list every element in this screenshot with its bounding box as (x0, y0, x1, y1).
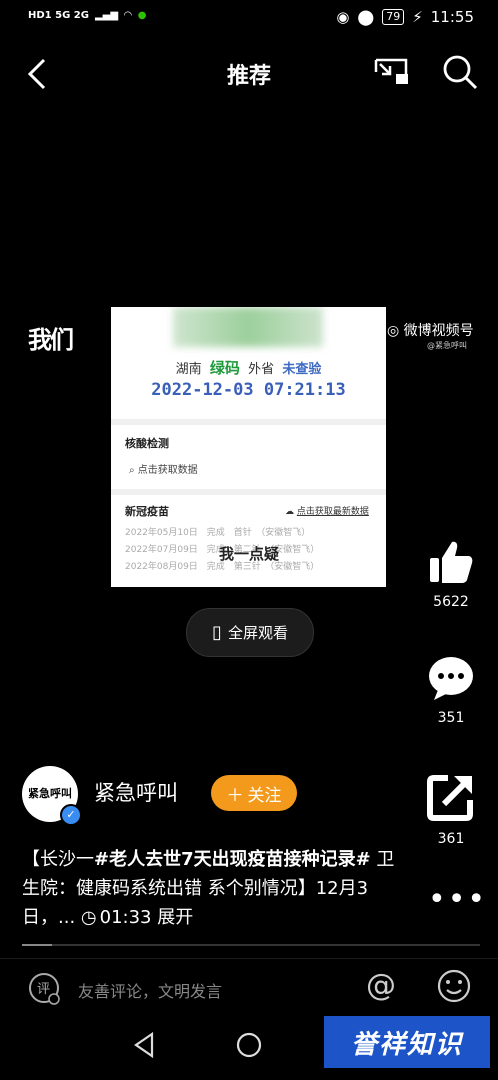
clock-icon: ◷ (80, 907, 97, 928)
video-progress-bar[interactable] (22, 944, 480, 946)
code-datetime: 2022-12-03 07:21:13 (151, 380, 346, 400)
share-count: 361 (437, 831, 465, 847)
more-dots-icon: ••• (428, 882, 488, 917)
code-status: 绿码 (209, 359, 240, 377)
nav-home-button[interactable] (234, 1030, 264, 1060)
weibo-icon: ◎ (387, 323, 400, 339)
health-code-row: 湖南 绿码 外省 未查验 (111, 357, 386, 378)
location-icon: ⬤ (357, 8, 375, 26)
expand-link[interactable]: 展开 (157, 907, 193, 928)
vaccine-record: 2022年05月10日 完成 首针 （安徽智飞） (125, 528, 311, 538)
circle-home-icon (236, 1032, 262, 1058)
charging-icon: ⚡ (412, 8, 423, 26)
fullscreen-label: 全屏观看 (227, 624, 288, 642)
unchecked-label: 未查验 (282, 362, 322, 377)
plus-icon: ＋ (226, 785, 244, 806)
fullscreen-icon: ▯ (212, 622, 222, 643)
like-count: 5622 (433, 594, 469, 610)
duration: ◷ 01:33 (81, 903, 152, 932)
cloud-download-icon: ☁ (285, 507, 294, 517)
wifi-icon: ◠ (124, 10, 132, 21)
nucleic-title: 核酸检测 (125, 437, 169, 450)
comment-input[interactable]: 友善评论，文明发言 (78, 978, 222, 1002)
signal-icon: ▂▄▆ (94, 10, 119, 21)
search-icon (443, 55, 478, 90)
review-icon: 评 (29, 973, 60, 1005)
outside-label: 外省 (248, 362, 275, 377)
battery-indicator: 79 (382, 9, 405, 25)
smile-icon (437, 969, 471, 1003)
video-overlay-text: 我一点疑 (219, 545, 280, 563)
comment-button[interactable] (426, 654, 476, 704)
cast-icon (374, 58, 408, 84)
share-icon (427, 775, 473, 821)
watermark-right-sub: @紧急呼叫 (427, 341, 467, 350)
progress-fill (22, 944, 52, 946)
watermark-right-label: 微博视频号 (403, 323, 474, 339)
search-button[interactable] (440, 52, 480, 92)
divider (111, 419, 386, 425)
comment-count: 351 (437, 710, 465, 726)
fetch-data-link: ⌕ 点击获取数据 (129, 461, 198, 476)
follow-button[interactable]: ＋ 关注 (211, 775, 297, 811)
comment-bubble-icon (429, 657, 473, 700)
magnifier-icon: ⌕ (129, 465, 135, 476)
divider (111, 489, 386, 495)
like-button[interactable] (426, 538, 476, 588)
duration-value: 01:33 (99, 907, 152, 928)
video-caption[interactable]: 【长沙一#老人去世7天出现疫苗接种记录# 卫生院：健康码系统出错 系个别情况】1… (22, 845, 402, 932)
verified-check-icon: ✓ (60, 804, 82, 826)
status-right: ◉ ⬤ 79 ⚡ 11:55 (336, 8, 474, 26)
triangle-back-icon (134, 1031, 154, 1059)
author-name[interactable]: 紧急呼叫 (94, 777, 178, 807)
cast-screen-button[interactable] (372, 52, 412, 92)
divider (0, 958, 498, 959)
fullscreen-button[interactable]: ▯ 全屏观看 (186, 608, 314, 657)
vaccine-title: 新冠疫苗 (125, 505, 169, 518)
network-indicators: HD1 5G 2G (28, 10, 89, 21)
watermark-left: 我们 (28, 326, 74, 354)
more-button[interactable]: ••• (428, 882, 487, 917)
comment-input-icon: 评 (28, 972, 62, 1006)
blurred-qr-area (173, 307, 323, 347)
watermark-right: ◎ 微博视频号 @紧急呼叫 (387, 320, 474, 351)
share-button[interactable] (426, 772, 476, 822)
caption-prefix: 【长沙一 (22, 849, 94, 870)
emoji-button[interactable] (436, 968, 472, 1004)
wechat-icon: ● (137, 10, 147, 21)
fetch-latest-label: 点击获取最新数据 (296, 507, 369, 517)
mention-at-icon[interactable]: @ (366, 968, 396, 1003)
thumbs-up-icon (430, 541, 473, 583)
status-bar: HD1 5G 2G ▂▄▆ ◠ ● ◉ ⬤ 79 ⚡ 11:55 (0, 0, 498, 38)
fetch-data-label: 点击获取数据 (137, 465, 198, 476)
brand-watermark: 誉祥知识 (324, 1016, 490, 1068)
status-left: HD1 5G 2G ▂▄▆ ◠ ● (28, 10, 146, 21)
follow-label: 关注 (247, 785, 282, 806)
nav-back-button[interactable] (130, 1030, 160, 1060)
province-label: 湖南 (175, 362, 202, 377)
fetch-latest-link: ☁ 点击获取最新数据 (285, 504, 369, 517)
caption-hashtag[interactable]: #老人去世7天出现疫苗接种记录# (94, 849, 371, 870)
eye-icon: ◉ (336, 8, 350, 26)
video-player[interactable]: 湖南 绿码 外省 未查验 2022-12-03 07:21:13 核酸检测 ⌕ … (111, 307, 386, 587)
page-title: 推荐 (226, 64, 271, 89)
svg-text:评: 评 (37, 982, 50, 997)
clock: 11:55 (430, 8, 474, 26)
